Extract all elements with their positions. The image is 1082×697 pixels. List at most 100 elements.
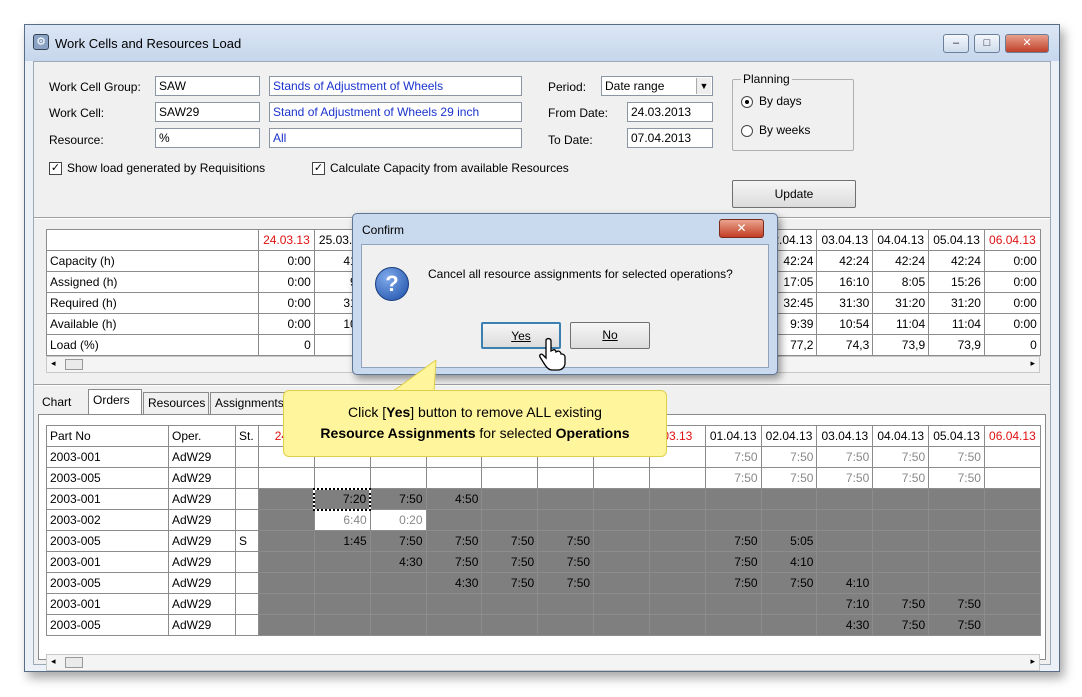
load-cell[interactable] [872,488,930,510]
load-cell[interactable] [872,551,930,573]
load-cell[interactable] [593,614,650,636]
tab-orders[interactable]: Orders [88,389,142,414]
status-cell[interactable] [235,509,259,531]
date-header[interactable]: 24.03.13 [258,229,315,251]
part-no-cell[interactable]: 2003-005 [46,572,169,594]
summary-cell[interactable]: 74,3 [816,334,874,356]
load-cell[interactable]: 7:50 [872,446,930,468]
status-cell[interactable] [235,446,259,468]
load-cell[interactable] [983,446,1041,468]
resource-code-field[interactable]: % [155,128,260,148]
load-cell[interactable] [593,467,650,489]
load-cell[interactable] [258,467,315,489]
load-cell[interactable]: 4:50 [425,488,483,510]
load-cell[interactable]: 7:50 [481,530,539,552]
load-cell[interactable] [816,509,874,531]
load-cell[interactable]: 4:30 [816,614,874,636]
load-cell[interactable] [258,551,315,573]
from-date-field[interactable]: 24.03.2013 [627,102,713,122]
oper-cell[interactable]: AdW29 [168,467,236,489]
load-cell[interactable]: 4:30 [369,551,427,573]
part-no-cell[interactable]: 2003-001 [46,593,169,615]
load-cell[interactable]: 7:50 [928,467,985,489]
status-cell[interactable] [235,551,259,573]
load-cell[interactable] [760,488,818,510]
load-cell[interactable] [425,509,483,531]
scroll-left-icon[interactable]: ◂ [51,358,56,369]
oper-cell[interactable]: AdW29 [168,488,236,510]
date-header[interactable]: 06.04.13 [983,229,1041,251]
load-cell[interactable] [481,509,539,531]
load-cell[interactable] [928,551,985,573]
summary-cell[interactable]: 73,9 [872,334,930,356]
load-cell[interactable]: 1:45 [313,530,371,552]
orders-grid[interactable]: Part NoOper.St.24.003.1301.04.1302.04.13… [46,425,1041,658]
part-no-cell[interactable]: 2003-001 [46,446,169,468]
load-cell[interactable]: 7:50 [537,572,595,594]
update-button[interactable]: Update [732,180,856,208]
load-cell[interactable]: 7:50 [369,530,427,552]
load-cell[interactable] [537,467,595,489]
summary-cell[interactable]: 0:00 [983,271,1041,293]
load-cell[interactable] [648,509,706,531]
load-cell[interactable] [369,614,427,636]
load-cell[interactable]: 7:50 [704,530,762,552]
load-cell[interactable] [983,593,1041,615]
table-row[interactable]: 2003-002 AdW29 6:40 0:20 [46,509,1041,531]
load-cell[interactable]: 0:20 [369,509,427,531]
load-cell[interactable] [313,551,371,573]
work-cell-group-code-field[interactable]: SAW [155,76,260,96]
summary-cell[interactable]: 8:05 [872,271,930,293]
tab-resources[interactable]: Resources [143,392,209,414]
table-row[interactable]: 2003-005 AdW29 4:30 7:50 7:50 7:50 7:50 4:10 [46,572,1041,594]
date-header[interactable]: 05.04.13 [928,229,985,251]
load-cell[interactable]: 7:50 [425,530,483,552]
load-cell[interactable]: 7:50 [760,446,818,468]
summary-cell[interactable]: 0:00 [258,313,315,335]
date-header[interactable]: 04.04.13 [872,229,930,251]
scroll-right-icon[interactable]: ▸ [1030,358,1035,369]
summary-cell[interactable]: 11:04 [928,313,985,335]
load-cell[interactable] [928,530,985,552]
summary-cell[interactable]: 42:24 [872,250,930,272]
load-cell[interactable] [425,593,483,615]
summary-cell[interactable]: 0:00 [258,271,315,293]
load-cell[interactable] [593,593,650,615]
summary-cell[interactable]: 31:30 [816,292,874,314]
load-cell[interactable] [537,509,595,531]
load-cell[interactable] [481,614,539,636]
orders-hscrollbar[interactable]: ◂ ▸ [46,654,1040,671]
load-cell[interactable]: 6:40 [313,509,371,531]
load-cell[interactable] [704,614,762,636]
oper-cell[interactable]: AdW29 [168,551,236,573]
load-cell[interactable] [983,614,1041,636]
load-cell[interactable]: 7:50 [928,614,985,636]
load-cell[interactable] [816,551,874,573]
load-cell[interactable]: 7:50 [481,551,539,573]
load-cell[interactable]: 7:50 [537,530,595,552]
table-row[interactable]: 2003-005 AdW29 7:50 7:50 7:50 7:50 7:50 [46,467,1041,489]
summary-cell[interactable]: 73,9 [928,334,985,356]
summary-cell[interactable]: 0:00 [983,292,1041,314]
load-cell[interactable] [313,572,371,594]
calc-capacity-checkbox[interactable]: ✓ Calculate Capacity from available Resou… [312,161,569,176]
load-cell[interactable] [983,551,1041,573]
summary-cell[interactable]: 15:26 [928,271,985,293]
load-cell[interactable] [648,530,706,552]
scroll-thumb[interactable] [65,657,83,668]
load-cell[interactable]: 7:50 [704,551,762,573]
summary-cell[interactable]: 10:54 [816,313,874,335]
show-requisitions-checkbox[interactable]: ✓ Show load generated by Requisitions [49,161,265,176]
table-row[interactable]: 2003-001 AdW29 7:20 7:50 4:50 [46,487,1041,511]
table-row[interactable]: 2003-001 AdW29 4:30 7:50 7:50 7:50 7:50 4:10 [46,551,1041,573]
load-cell[interactable] [872,530,930,552]
oper-cell[interactable]: AdW29 [168,446,236,468]
load-cell[interactable]: 7:50 [481,572,539,594]
load-cell[interactable] [593,572,650,594]
load-cell[interactable] [983,530,1041,552]
dialog-close-button[interactable]: ✕ [719,219,764,238]
summary-cell[interactable]: 31:20 [928,292,985,314]
load-cell[interactable] [313,614,371,636]
summary-cell[interactable]: 42:24 [816,250,874,272]
status-cell[interactable] [235,488,259,510]
